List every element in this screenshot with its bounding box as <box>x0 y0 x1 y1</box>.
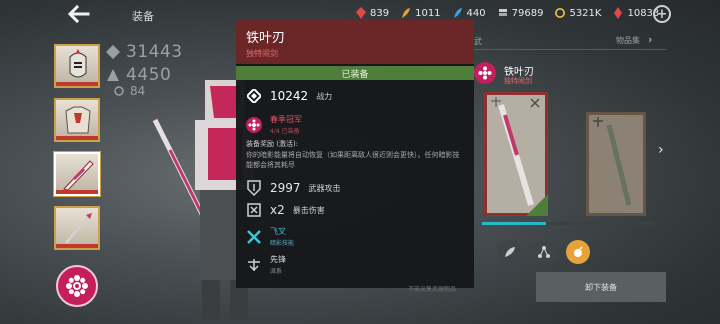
nodes-skill-icon <box>538 246 550 258</box>
red-shard-icon <box>614 7 623 19</box>
crit-row: x2 暴击伤害 <box>246 202 325 218</box>
spear-icon <box>64 213 92 244</box>
feather-skill-icon <box>505 247 515 257</box>
blade-icon <box>63 160 94 191</box>
power-value: 10242 <box>270 89 309 103</box>
red-gem-icon <box>356 7 366 19</box>
bomb-skill-icon <box>574 246 583 257</box>
faction-row: 先锋 派系 <box>246 254 286 275</box>
shadow-skill-row: 飞叉 暗影技能 <box>246 226 294 247</box>
skill-slot-1[interactable] <box>498 240 522 264</box>
power-label: 战力 <box>316 91 333 101</box>
faction-label: 派系 <box>270 268 283 275</box>
attack-row: 2997 武器攻击 <box>246 180 341 196</box>
blue-feather-icon <box>453 8 462 18</box>
tooltip-item-rarity: 独特闹剑 <box>246 49 278 58</box>
level-stat: 84 <box>114 84 145 98</box>
next-arrow-icon[interactable]: › <box>658 142 664 158</box>
faction-emblem-icon <box>246 257 262 273</box>
currency-bar: 839 1011 440 79689 5321K 10833 <box>356 7 671 19</box>
tooltip-item-name: 铁叶刃 <box>246 31 286 46</box>
weapon-card-next[interactable] <box>586 112 646 216</box>
set-bonus-title: 装备奖励 (激活): <box>246 140 299 148</box>
total-power-stat: 31443 <box>106 42 183 62</box>
currency-red-gem[interactable]: 839 <box>356 7 389 19</box>
item-tooltip: 铁叶刃 独特闹剑 已装备 10242 战力 春季冠军 4/4 已装备 装备奖励 … <box>236 20 474 288</box>
slot-weapon[interactable] <box>54 152 100 196</box>
tooltip-power-row: 10242 战力 <box>246 88 332 104</box>
unequip-button[interactable]: 卸下装备 <box>536 272 666 302</box>
scrollbar-thumb <box>482 222 546 225</box>
attack-label: 武器攻击 <box>308 183 341 193</box>
sell-hint: 不能出售武器物品 <box>408 286 457 293</box>
item-collection-panel: 武 物品集 › 铁叶刃 独特闹剑 › 不能出售武器物品 卸下装备 <box>408 30 694 324</box>
attack-value: 2997 <box>270 181 301 195</box>
flower-set-icon <box>246 116 262 133</box>
currency-value: 79689 <box>511 7 544 19</box>
crit-label: 暴击伤害 <box>292 205 325 215</box>
faction-name: 先锋 <box>270 255 286 264</box>
slot-armor[interactable] <box>54 98 100 142</box>
tooltip-header: 铁叶刃 独特闹剑 <box>236 20 474 64</box>
helmet-icon <box>69 49 87 78</box>
slot-secondary[interactable] <box>54 206 100 250</box>
slot-emblem[interactable] <box>56 265 98 307</box>
crossed-blades-icon <box>246 229 262 245</box>
refresh-icon <box>114 86 124 96</box>
shadow-skill-name: 飞叉 <box>270 227 286 236</box>
currency-value: 839 <box>370 7 390 19</box>
tab-item-sets[interactable]: 物品集 <box>616 35 640 46</box>
power-diamond-icon <box>106 45 120 59</box>
rank-triangle-icon <box>107 69 119 81</box>
blade-card-icon <box>491 97 540 206</box>
currency-gold-feather[interactable]: 1011 <box>401 7 441 19</box>
equipped-banner: 已装备 <box>236 66 474 80</box>
currency-value: 1011 <box>415 7 441 19</box>
slot-helmet[interactable] <box>54 44 100 88</box>
level-value: 84 <box>130 84 146 98</box>
armor-icon <box>65 106 91 134</box>
currency-value: 440 <box>466 7 486 19</box>
shield-attack-icon <box>246 180 262 196</box>
chevron-right-icon[interactable]: › <box>648 33 652 46</box>
set-name: 春季冠军 <box>270 115 302 124</box>
card-scrollbar[interactable] <box>482 222 654 225</box>
total-power-value: 31443 <box>126 42 183 62</box>
page-title: 装备 <box>132 10 154 23</box>
set-progress: 4/4 已装备 <box>270 128 300 135</box>
weapon-card-selected[interactable] <box>484 92 548 216</box>
coin-stack-icon <box>498 9 507 16</box>
selected-item-rarity: 独特闹剑 <box>504 77 532 85</box>
polearm-card-icon <box>593 117 632 206</box>
crit-value: x2 <box>270 203 285 217</box>
power-diamond-icon <box>246 88 262 104</box>
flower-badge-icon <box>474 62 496 84</box>
set-bonus-text: 你的暗影能量将自动恢复（如果距离敌人很近则会更快）。任何暗影技能都会将其耗尽 <box>246 151 460 169</box>
gold-feather-icon <box>402 8 411 18</box>
tab-weapons[interactable]: 武 <box>474 36 482 47</box>
add-currency-button[interactable]: + <box>653 5 671 23</box>
tooltip-set-row: 春季冠军 4/4 已装备 <box>246 114 302 135</box>
currency-coin-stack[interactable]: 79689 <box>498 7 544 19</box>
skill-slot-2[interactable] <box>532 240 556 264</box>
currency-blue-feather[interactable]: 440 <box>453 7 486 19</box>
back-arrow-icon[interactable] <box>66 4 90 24</box>
panel-divider <box>474 49 666 50</box>
crit-icon <box>246 202 262 218</box>
gold-coin-icon <box>555 8 566 18</box>
skill-slot-3[interactable] <box>566 240 590 264</box>
currency-value: 5321K <box>569 7 602 19</box>
flower-emblem-icon <box>66 275 88 297</box>
shadow-skill-type: 暗影技能 <box>270 240 295 247</box>
currency-gold-coin[interactable]: 5321K <box>555 7 601 19</box>
